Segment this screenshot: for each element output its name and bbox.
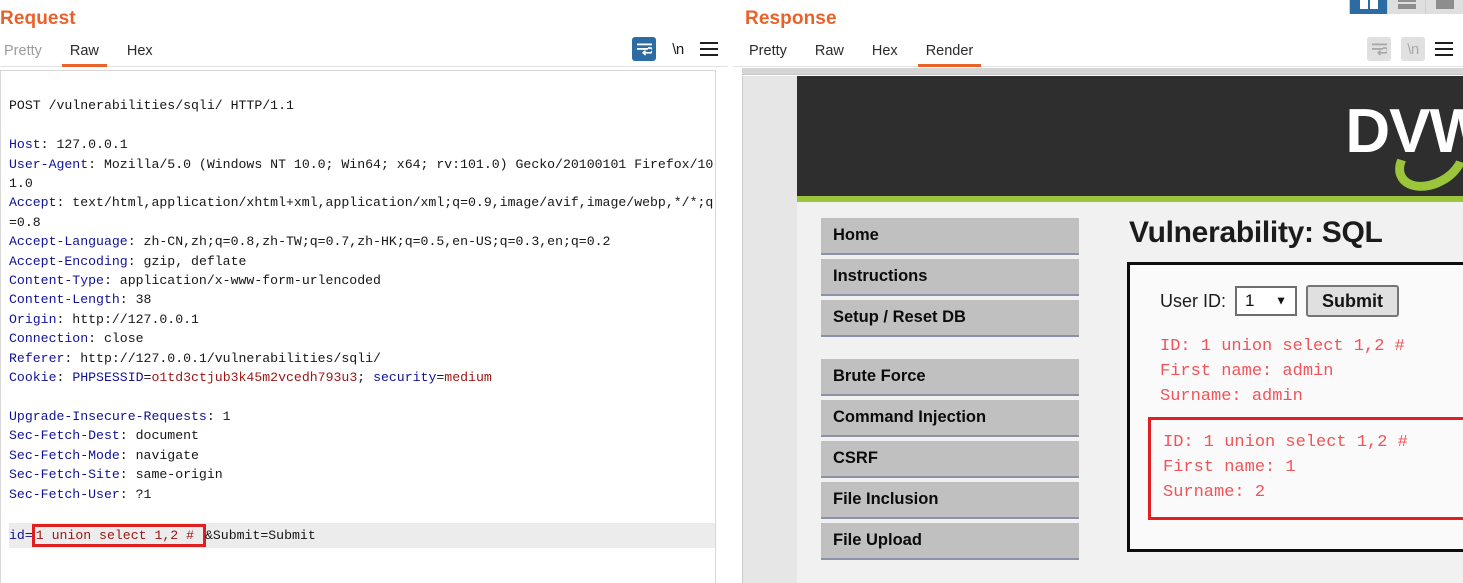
dvwa-body: Home Instructions Setup / Reset DB Brute… — [797, 208, 1463, 583]
body-param-name: id= — [9, 527, 33, 543]
request-panel-title: Request — [0, 8, 76, 29]
request-line: POST /vulnerabilities/sqli/ HTTP/1.1 — [9, 98, 294, 114]
user-id-select[interactable]: 1 ▼ — [1235, 286, 1298, 316]
cookie-key-phpsessid: PHPSESSID — [72, 370, 144, 386]
response-show-newlines-icon: \n — [1401, 37, 1425, 61]
response-render-view: DVW Home Instructions Setup / Reset DB B… — [742, 68, 1463, 583]
sidebar-item-setup-reset-db[interactable]: Setup / Reset DB — [821, 300, 1079, 337]
request-raw-editor[interactable]: POST /vulnerabilities/sqli/ HTTP/1.1 Hos… — [0, 70, 716, 583]
cookie-value-security: medium — [444, 370, 492, 386]
response-word-wrap-icon — [1367, 37, 1391, 61]
page-title: Vulnerability: SQL — [1129, 216, 1383, 249]
sidebar-item-file-inclusion[interactable]: File Inclusion — [821, 482, 1079, 519]
dvwa-main-content: Vulnerability: SQL User ID: 1 ▼ Submit I… — [1127, 208, 1463, 552]
page-left-gutter — [743, 76, 797, 583]
request-tab-pretty[interactable]: Pretty — [0, 43, 56, 67]
highlighted-payload: 1 union select 1,2 # — [31, 523, 206, 547]
sqli-card: User ID: 1 ▼ Submit ID: 1 union select 1… — [1127, 262, 1463, 552]
dvwa-header-banner: DVW — [797, 76, 1463, 202]
request-tab-actions: \n — [632, 37, 728, 67]
user-id-label: User ID: — [1160, 290, 1227, 311]
sidebar-item-instructions[interactable]: Instructions — [821, 259, 1079, 296]
sidebar-group-divider — [821, 341, 1079, 359]
horizontal-split-icon — [1397, 0, 1416, 9]
chevron-down-icon: ▼ — [1275, 293, 1288, 308]
sidebar-item-file-upload[interactable]: File Upload — [821, 523, 1079, 560]
request-tabstrip: Pretty Raw Hex \n — [0, 34, 728, 67]
request-headers: Host: 127.0.0.1 User-Agent: Mozilla/5.0 … — [9, 137, 714, 366]
request-headers-after-cookie: Upgrade-Insecure-Requests: 1 Sec-Fetch-D… — [9, 408, 231, 502]
sidebar-item-command-injection[interactable]: Command Injection — [821, 400, 1079, 437]
tabbed-view-icon — [1435, 0, 1454, 9]
user-id-form: User ID: 1 ▼ Submit — [1160, 285, 1463, 317]
request-panel: Request Pretty Raw Hex \n POST /vulnerab… — [0, 0, 728, 583]
cookie-value-phpsessid: o1td3ctjub3k45m2vcedh793u3 — [151, 370, 358, 386]
response-hamburger-menu-icon[interactable] — [1435, 42, 1453, 56]
submit-button[interactable]: Submit — [1306, 285, 1400, 317]
sidebar-item-csrf[interactable]: CSRF — [821, 441, 1079, 478]
request-tab-hex[interactable]: Hex — [113, 43, 167, 67]
layout-horizontal-split-button[interactable] — [1387, 0, 1425, 14]
response-tabstrip: Pretty Raw Hex Render \n — [733, 34, 1463, 67]
sqli-result-row: ID: 1 union select 1,2 # First name: adm… — [1160, 337, 1405, 406]
response-newline-label: \n — [1407, 40, 1419, 58]
body-rest: &Submit=Submit — [204, 527, 316, 543]
user-id-select-value: 1 — [1245, 291, 1255, 310]
response-tab-pretty[interactable]: Pretty — [735, 43, 801, 67]
cookie-header-name: Cookie — [9, 370, 57, 386]
burp-suite-window: Request Pretty Raw Hex \n POST /vulnerab… — [0, 0, 1463, 583]
layout-vertical-split-button[interactable] — [1349, 0, 1387, 14]
request-body-line: id= 1 union select 1,2 # &Submit=Submit — [9, 522, 715, 548]
response-tab-hex[interactable]: Hex — [858, 43, 912, 67]
response-tab-raw[interactable]: Raw — [801, 43, 858, 67]
cookie-key-security: security — [373, 370, 437, 386]
word-wrap-icon[interactable] — [632, 37, 656, 61]
layout-toggle-group — [1349, 0, 1463, 14]
payload-text: 1 union select 1,2 # — [35, 527, 202, 543]
response-tab-actions: \n — [1367, 37, 1463, 67]
request-tab-raw[interactable]: Raw — [56, 43, 113, 67]
sqli-result-row-highlighted: ID: 1 union select 1,2 # First name: 1 S… — [1148, 417, 1463, 520]
sidebar-item-brute-force[interactable]: Brute Force — [821, 359, 1079, 396]
layout-tabbed-button[interactable] — [1425, 0, 1463, 14]
show-newlines-icon[interactable]: \n — [666, 37, 690, 61]
response-panel: Response Pretty Raw Hex Render \n DV Hom… — [733, 0, 1463, 583]
newline-label: \n — [672, 40, 684, 58]
dvwa-sidebar-nav: Home Instructions Setup / Reset DB Brute… — [821, 218, 1079, 564]
dvwa-page: DVW Home Instructions Setup / Reset DB B… — [742, 76, 1463, 583]
sidebar-item-home[interactable]: Home — [821, 218, 1079, 255]
request-hamburger-menu-icon[interactable] — [700, 42, 718, 56]
render-horizontal-scrollbar[interactable] — [742, 68, 1463, 75]
vertical-split-icon — [1359, 0, 1378, 9]
response-tab-render[interactable]: Render — [912, 43, 988, 67]
